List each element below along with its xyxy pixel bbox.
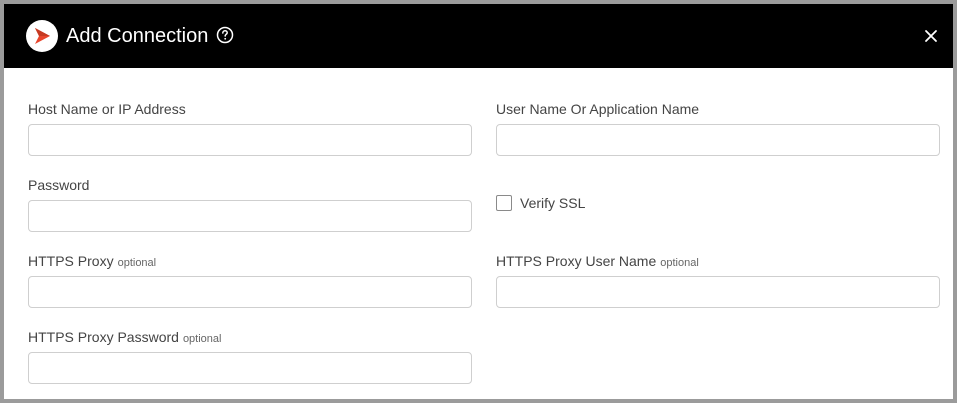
help-circle-icon[interactable] (216, 26, 234, 44)
https-proxy-password-input[interactable] (28, 352, 472, 384)
host-input[interactable] (28, 124, 472, 156)
password-label-text: Password (28, 177, 90, 193)
password-label: Password (28, 176, 89, 194)
dialog-header: Add Connection (4, 4, 953, 68)
verify-ssl-checkbox[interactable] (496, 195, 512, 211)
optional-tag: optional (182, 333, 222, 345)
add-connection-dialog: Add Connection Host Name or IP Address U… (0, 0, 957, 403)
host-label-text: Host Name or IP Address (28, 101, 186, 117)
https-proxy-input[interactable] (28, 276, 472, 308)
password-input[interactable] (28, 200, 472, 232)
brand-logo-icon (26, 20, 58, 52)
https-proxy-label-text: HTTPS Proxy (28, 253, 114, 269)
verify-ssl-label[interactable]: Verify SSL (520, 194, 585, 212)
https-proxy-user-input[interactable] (496, 276, 940, 308)
https-proxy-label: HTTPS Proxy optional (28, 252, 156, 272)
optional-tag: optional (660, 257, 699, 269)
https-proxy-user-label-text: HTTPS Proxy User Name (496, 253, 657, 269)
optional-tag: optional (117, 257, 157, 269)
https-proxy-password-label: HTTPS Proxy Password optional (28, 328, 221, 348)
host-label: Host Name or IP Address (28, 100, 186, 118)
https-proxy-password-label-text: HTTPS Proxy Password (28, 329, 179, 345)
https-proxy-user-label: HTTPS Proxy User Name optional (496, 252, 699, 272)
user-label-text: User Name Or Application Name (496, 101, 700, 117)
dialog-title: Add Connection (66, 25, 209, 47)
user-input[interactable] (496, 124, 940, 156)
user-label: User Name Or Application Name (496, 100, 699, 118)
close-icon[interactable] (921, 26, 941, 46)
